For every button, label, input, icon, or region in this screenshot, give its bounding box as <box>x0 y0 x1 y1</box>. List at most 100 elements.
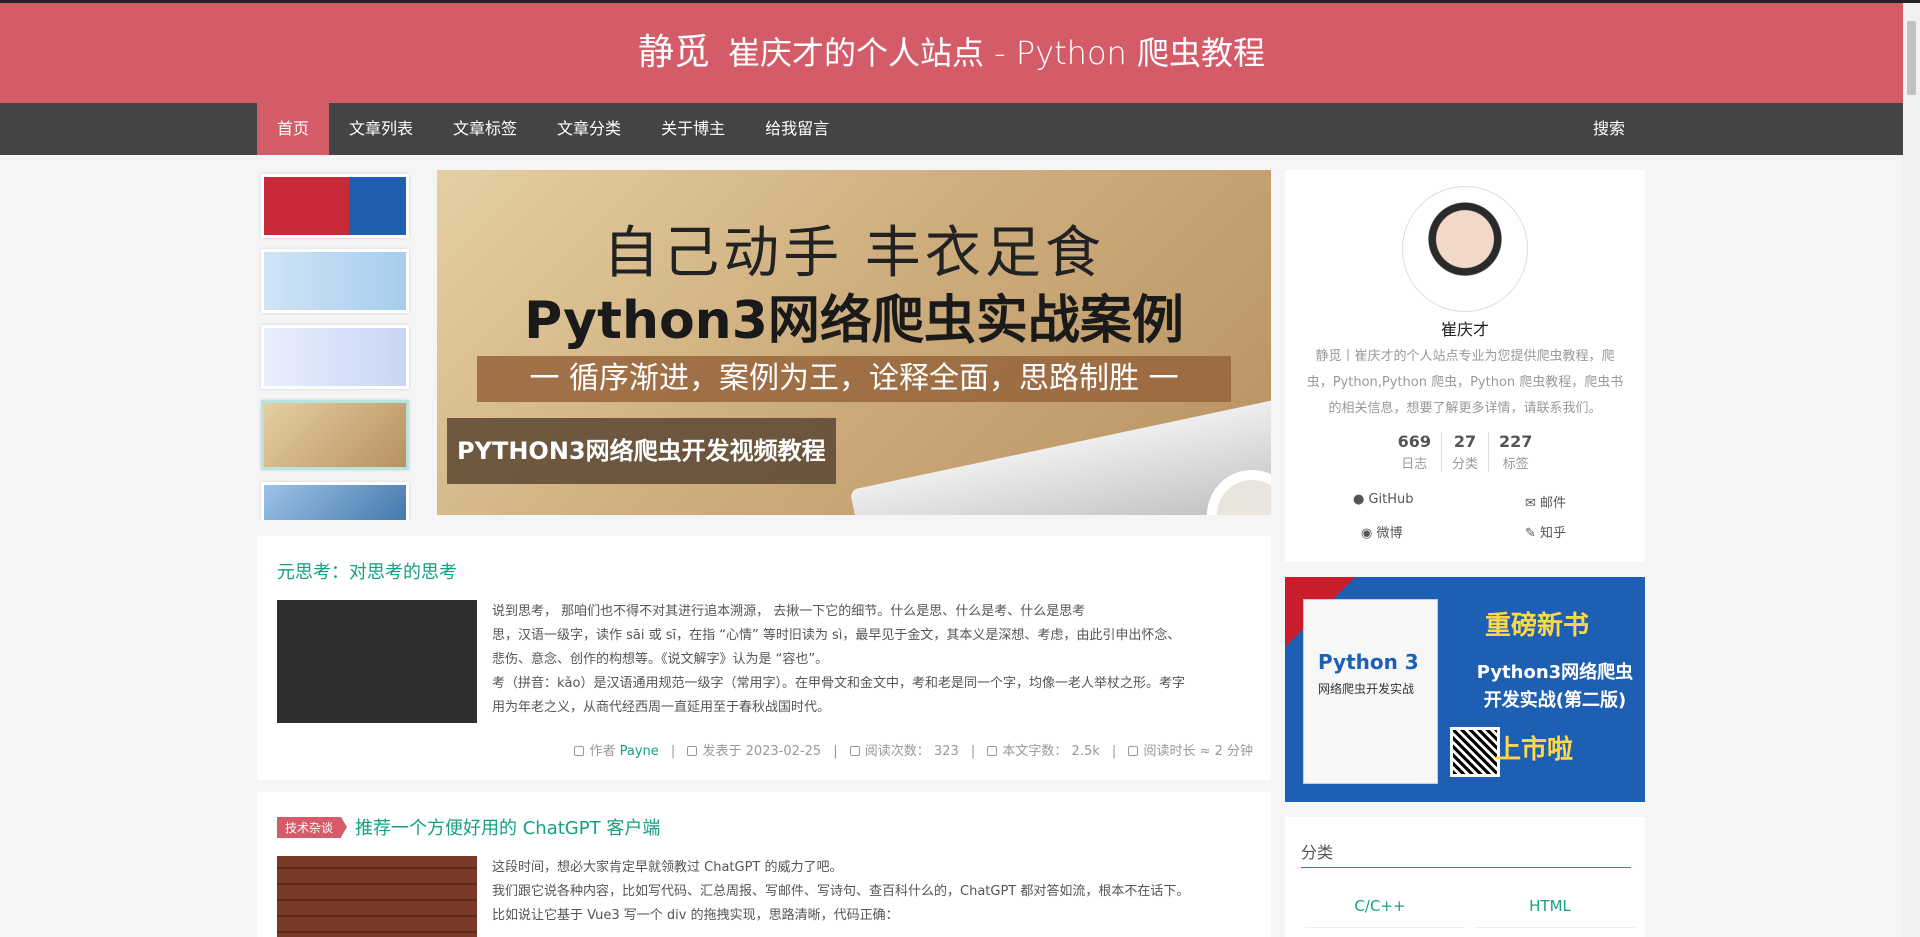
stat-value: 227 <box>1499 432 1533 451</box>
author-profile: 崔庆才 静觅丨崔庆才的个人站点专业为您提供爬虫教程，爬虫，Python,Pyth… <box>1285 170 1645 562</box>
meta-date: 发表于 2023-02-25 <box>702 744 822 759</box>
meta-words: 本文字数： 2.5k <box>1002 744 1100 759</box>
github-icon: ● <box>1353 492 1365 507</box>
zhihu-link[interactable]: ✎ 知乎 <box>1525 522 1566 541</box>
scrollbar-thumb[interactable] <box>1907 21 1916 95</box>
post-thumbnail[interactable] <box>277 600 477 723</box>
thumb-image-2 <box>264 252 406 310</box>
excerpt-line: 这段时间，想必大家肯定早就领教过 ChatGPT 的威力了吧。 <box>492 860 843 875</box>
thumb-image-5 <box>264 485 406 520</box>
meta-separator: | <box>833 744 838 759</box>
excerpt-line: 说到思考， 那咱们也不得不对其进行追本溯源， 去揪一下它的细节。什么是思、什么是… <box>492 604 1086 619</box>
meta-author[interactable]: Payne <box>620 744 659 759</box>
excerpt-line: 悲伤、意念、创作的构想等。《说文解字》认为是 “容也”。 <box>492 652 829 667</box>
divider <box>1475 927 1635 928</box>
category-link[interactable]: C/C++ <box>1305 897 1455 915</box>
post-card: 技术杂谈 推荐一个方便好用的 ChatGPT 客户端 这段时间，想必大家肯定早就… <box>257 792 1271 937</box>
meta-duration: 阅读时长 ≈ 2 分钟 <box>1143 744 1253 759</box>
slider-caption[interactable]: PYTHON3网络爬虫开发视频教程 <box>447 418 836 484</box>
nav-search[interactable]: 搜索 <box>1573 103 1645 155</box>
github-link[interactable]: ● GitHub <box>1353 492 1414 507</box>
post-title-text[interactable]: 推荐一个方便好用的 ChatGPT 客户端 <box>355 814 660 840</box>
github-label: GitHub <box>1368 492 1414 507</box>
site-subtitle[interactable]: 崔庆才的个人站点 - Python 爬虫教程 <box>728 34 1265 72</box>
nav-articles[interactable]: 文章列表 <box>329 103 433 155</box>
stat-categories[interactable]: 27 分类 <box>1440 432 1488 472</box>
excerpt-line: 用为年老之义，从商代经西周一直延用至于春秋战国时代。 <box>492 700 831 715</box>
book-cover-title: Python 3 <box>1318 650 1419 674</box>
stat-label: 日志 <box>1401 457 1428 472</box>
meta-separator: | <box>970 744 976 759</box>
slider-thumb-3[interactable] <box>261 325 409 389</box>
stat-posts[interactable]: 669 日志 <box>1388 432 1441 472</box>
calendar-icon <box>687 746 698 756</box>
site-header: 静觅 崔庆才的个人站点 - Python 爬虫教程 <box>0 3 1903 103</box>
slider-thumb-5[interactable] <box>261 482 409 520</box>
nav-guestbook[interactable]: 给我留言 <box>745 103 849 155</box>
excerpt-line: 考（拼音：kǎo）是汉语通用规范一级字（常用字）。在甲骨文和金文中，考和老是同一… <box>492 676 1185 691</box>
file-icon <box>987 746 998 756</box>
post-thumbnail[interactable] <box>277 856 477 937</box>
nav-tags[interactable]: 文章标签 <box>433 103 537 155</box>
book-advertisement[interactable]: Python 3 网络爬虫开发实战 重磅新书 Python3网络爬虫开发实战(第… <box>1285 577 1645 802</box>
site-brand[interactable]: 静觅 <box>638 32 710 73</box>
user-icon <box>574 746 585 756</box>
meta-separator: | <box>670 744 676 759</box>
ad-headline: 重磅新书 <box>1485 611 1590 641</box>
site-title[interactable]: 静觅 崔庆才的个人站点 - Python 爬虫教程 <box>0 25 1903 81</box>
slider-thumb-1[interactable] <box>261 174 409 238</box>
excerpt-line: 比如说让它基于 Vue3 写一个 div 的拖拽实现，思路清晰，代码正确： <box>492 908 899 923</box>
post-title[interactable]: 技术杂谈 推荐一个方便好用的 ChatGPT 客户端 <box>277 814 660 840</box>
meta-reads: 阅读次数： 323 <box>864 744 959 759</box>
post-title[interactable]: 元思考：对思考的思考 <box>277 558 457 584</box>
excerpt-line: 思，汉语一级字，读作 sāi 或 sī，在指 “心情” 等时旧读为 sì，最早见… <box>492 628 1181 643</box>
post-card: 元思考：对思考的思考 说到思考， 那咱们也不得不对其进行追本溯源， 去揪一下它的… <box>257 536 1271 780</box>
ad-book-name: Python3网络爬虫开发实战(第二版) <box>1476 662 1634 711</box>
stat-label: 分类 <box>1451 457 1478 472</box>
book-cover: Python 3 网络爬虫开发实战 <box>1303 599 1438 784</box>
meta-author-label: 作者 <box>589 744 616 759</box>
stat-tags[interactable]: 227 标签 <box>1488 432 1542 472</box>
nav-home[interactable]: 首页 <box>257 103 330 155</box>
zhihu-label: 知乎 <box>1540 526 1567 541</box>
post-excerpt: 这段时间，想必大家肯定早就领教过 ChatGPT 的威力了吧。 我们跟它说各种内… <box>492 856 1252 928</box>
slider-headline-1: 自己动手 丰衣足食 <box>603 221 1105 286</box>
post-title-text[interactable]: 元思考：对思考的思考 <box>277 558 457 584</box>
hero-slider[interactable]: 自己动手 丰衣足食 Python3网络爬虫实战案例 一 循序渐进，案例为王，诠释… <box>437 170 1271 515</box>
email-link[interactable]: ✉ 邮件 <box>1525 492 1566 511</box>
main-nav: 首页 文章列表 文章标签 文章分类 关于博主 给我留言 搜索 <box>0 103 1903 155</box>
meta-separator: | <box>1111 744 1117 759</box>
post-excerpt: 说到思考， 那咱们也不得不对其进行追本溯源， 去揪一下它的细节。什么是思、什么是… <box>492 600 1252 720</box>
profile-name: 崔庆才 <box>1440 320 1489 339</box>
post-category-tag[interactable]: 技术杂谈 <box>277 816 348 838</box>
thumb-image-1 <box>264 177 406 235</box>
thumb-image-4 <box>264 403 406 467</box>
avatar[interactable] <box>1402 186 1528 312</box>
page-scrollbar[interactable] <box>1903 3 1920 937</box>
slider-thumbnails <box>257 170 413 520</box>
nav-categories[interactable]: 文章分类 <box>537 103 641 155</box>
category-link[interactable]: HTML <box>1475 897 1625 915</box>
email-label: 邮件 <box>1540 496 1567 511</box>
profile-description: 静觅丨崔庆才的个人站点专业为您提供爬虫教程，爬虫，Python,Python 爬… <box>1306 349 1624 416</box>
clock-icon <box>1128 746 1139 756</box>
slider-headline-2: Python3网络爬虫实战案例 <box>524 291 1184 351</box>
weibo-icon: ◉ <box>1361 526 1373 541</box>
ad-launch-text: 上市啦 <box>1495 735 1574 765</box>
slider-thumb-2[interactable] <box>261 249 409 313</box>
keyboard-decoration <box>849 392 1271 515</box>
slider-thumb-4[interactable] <box>261 400 409 470</box>
categories-title: 分类 <box>1301 843 1334 862</box>
slider-headline-3: 一 循序渐进，案例为王，诠释全面，思路制胜 一 <box>477 356 1231 402</box>
stat-label: 标签 <box>1502 457 1529 472</box>
weibo-link[interactable]: ◉ 微博 <box>1361 522 1403 541</box>
qr-code-icon <box>1450 727 1500 777</box>
thumb-image-3 <box>264 328 406 386</box>
nav-about[interactable]: 关于博主 <box>641 103 745 155</box>
divider <box>1305 927 1465 928</box>
book-cover-subtitle: 网络爬虫开发实战 <box>1318 682 1415 696</box>
categories-widget: 分类 C/C++ HTML <box>1285 817 1645 937</box>
divider <box>1301 867 1631 868</box>
eye-icon <box>849 746 860 756</box>
zhihu-icon: ✎ <box>1525 526 1536 541</box>
